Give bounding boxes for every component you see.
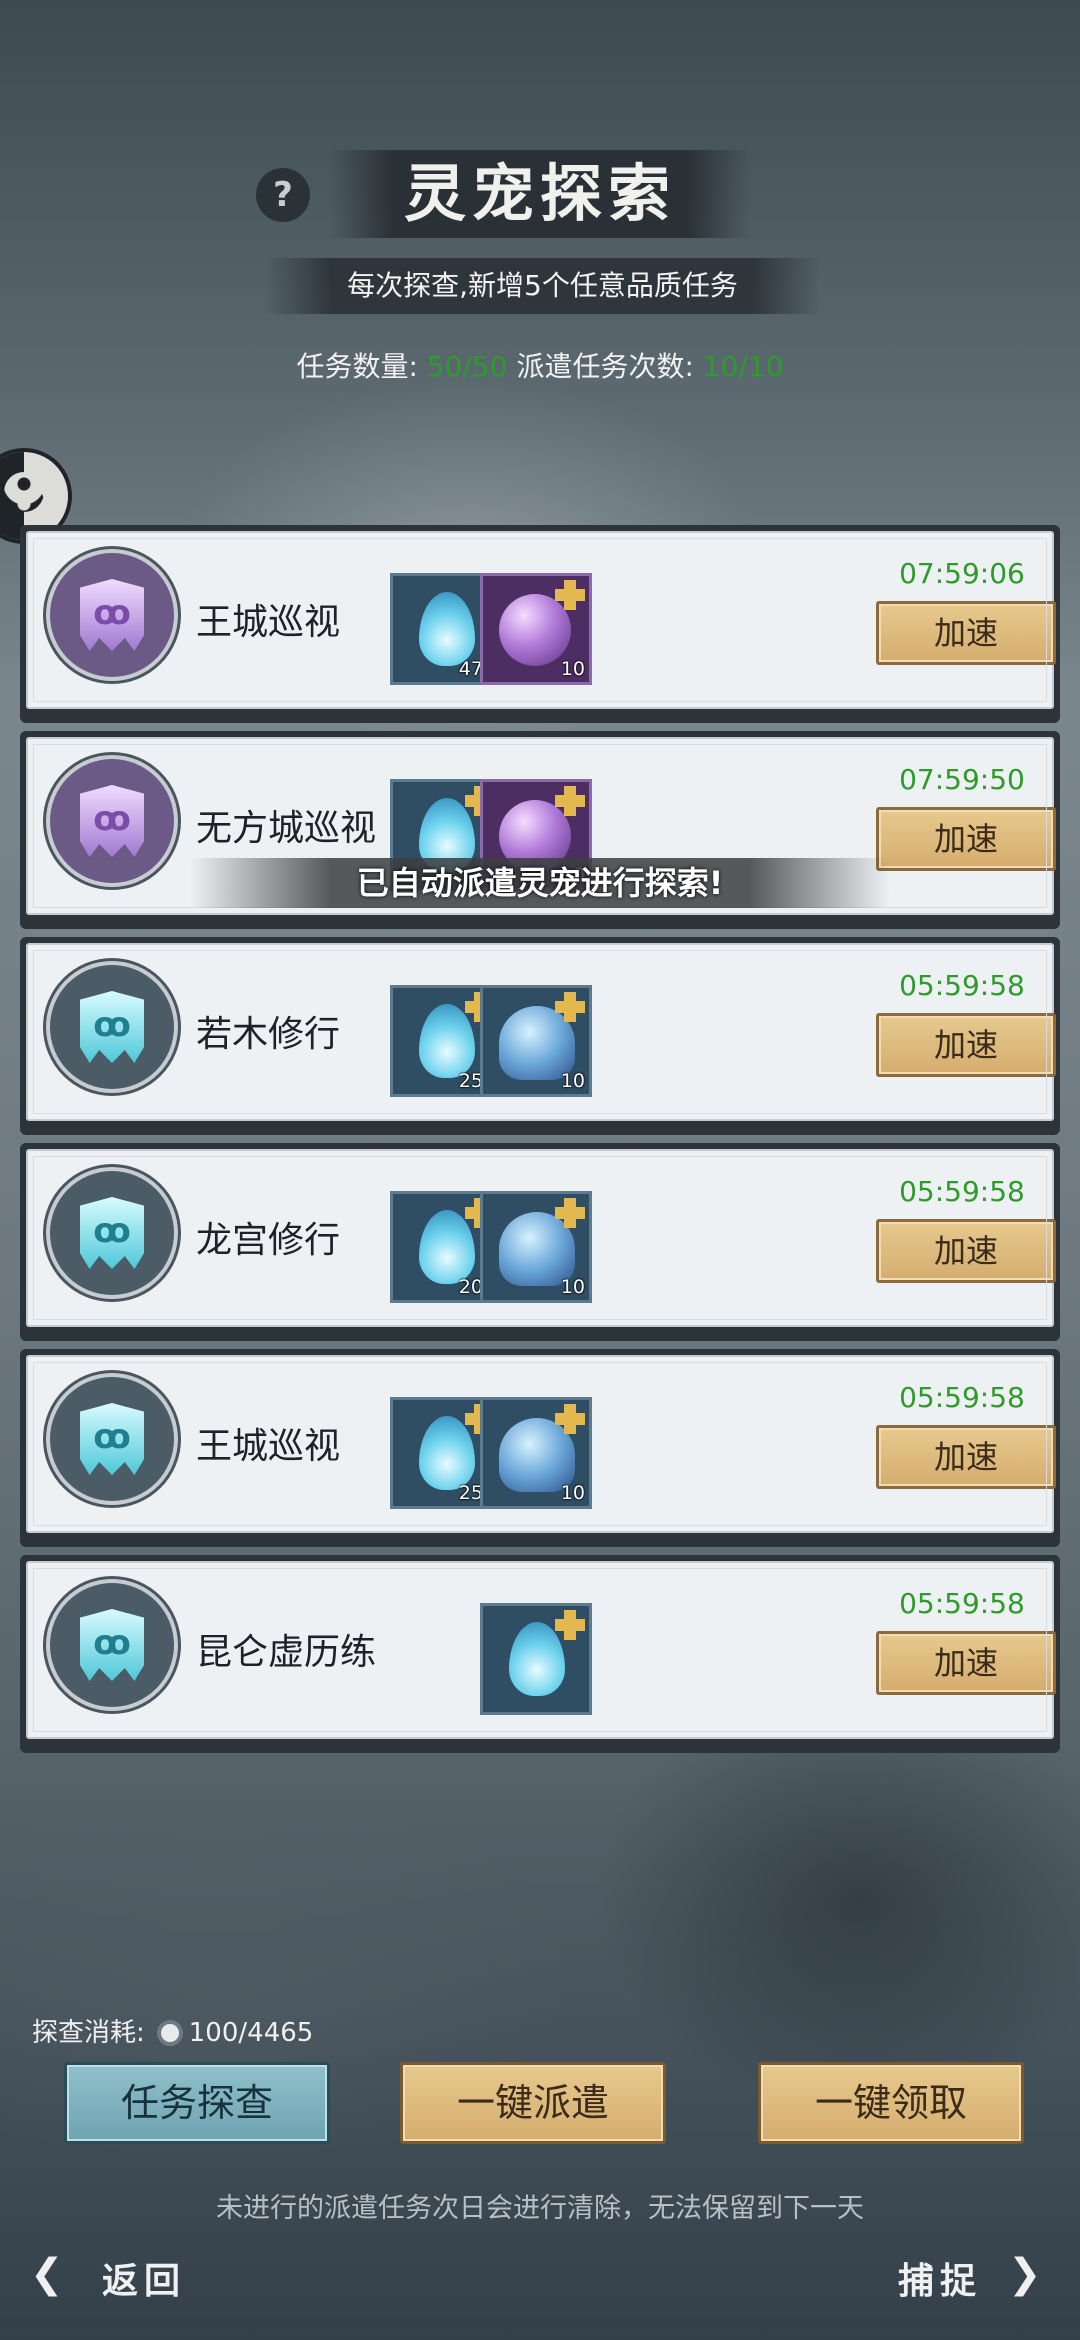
task-counters: 任务数量: 50/50 派遣任务次数: 10/10 [0, 345, 1080, 385]
blue-ghost-icon [499, 1212, 575, 1286]
explore-tasks-button[interactable]: 任务探查 [64, 2062, 330, 2144]
task-name: 若木修行 [196, 1014, 341, 1055]
reset-notice: 未进行的派遣任务次日会进行清除，无法保留到下一天 [216, 2193, 864, 2224]
dispatch-count-label: 派遣任务次数: [516, 350, 694, 383]
back-arrow-icon: ❮ [30, 2251, 64, 2297]
dispatch-count-value: 10/10 [702, 350, 784, 383]
speed-up-button[interactable]: 加速 [876, 1219, 1056, 1283]
dispatch-all-button[interactable]: 一键派遣 [400, 2062, 666, 2144]
speed-up-button[interactable]: 加速 [876, 807, 1056, 871]
catch-label: 捕捉 [898, 2261, 983, 2302]
reward-item[interactable]: 10 [480, 985, 592, 1097]
task-count-label: 任务数量: [296, 350, 418, 383]
task-name: 无方城巡视 [196, 808, 377, 849]
blue-flame-icon [419, 592, 475, 666]
blue-ghost-icon [499, 1006, 575, 1080]
speed-up-button[interactable]: 加速 [876, 1425, 1056, 1489]
reward-qty: 10 [560, 1276, 585, 1298]
blue-ghost-icon [499, 1418, 575, 1492]
page-title: 灵宠探索 [403, 157, 676, 230]
banner-emblem-icon: ꝏ [50, 759, 174, 883]
purple-sphere-icon [499, 594, 571, 666]
speed-up-button[interactable]: 加速 [876, 601, 1056, 665]
reward-item[interactable] [480, 1603, 592, 1715]
task-card: ꝏ 王城巡视 474 10 07:59:06 加速 [20, 525, 1060, 723]
claim-all-button[interactable]: 一键领取 [758, 2062, 1024, 2144]
cost-value: 100/4465 [188, 2018, 314, 2048]
puzzle-piece-icon [555, 1610, 585, 1640]
banner-emblem-icon: ꝏ [50, 965, 174, 1089]
reward-qty: 10 [560, 1482, 585, 1504]
task-name: 昆仑虚历练 [196, 1632, 377, 1673]
task-timer: 07:59:50 [899, 763, 1025, 796]
blue-flame-icon [419, 1416, 475, 1490]
page-subtitle: 每次探查,新增5个任意品质任务 [347, 269, 738, 302]
blue-flame-icon [419, 1004, 475, 1078]
reward-item[interactable]: 10 [480, 1397, 592, 1509]
back-label: 返回 [102, 2261, 187, 2302]
banner-emblem-icon: ꝏ [50, 553, 174, 677]
blue-flame-icon [419, 1210, 475, 1284]
task-card: ꝏ 龙宫修行 201 10 05:59:58 加速 [20, 1143, 1060, 1341]
task-timer: 05:59:58 [899, 969, 1025, 1002]
banner-emblem-icon: ꝏ [50, 1583, 174, 1707]
reward-qty: 10 [560, 658, 585, 680]
speed-up-button[interactable]: 加速 [876, 1631, 1056, 1695]
toast-message: 已自动派遣灵宠进行探索! [190, 858, 890, 908]
reward-item[interactable]: 10 [480, 1191, 592, 1303]
help-icon[interactable]: ? [256, 168, 310, 222]
explore-cost: 探查消耗: 100/4465 [32, 2012, 313, 2049]
cost-label: 探查消耗: [32, 2018, 145, 2048]
task-name: 王城巡视 [196, 602, 341, 643]
reward-qty: 10 [560, 1070, 585, 1092]
blue-flame-icon [509, 1622, 565, 1696]
banner-emblem-icon: ꝏ [50, 1171, 174, 1295]
task-timer: 05:59:58 [899, 1381, 1025, 1414]
task-timer: 05:59:58 [899, 1175, 1025, 1208]
task-card: ꝏ 昆仑虚历练 05:59:58 加速 [20, 1555, 1060, 1753]
speed-up-button[interactable]: 加速 [876, 1013, 1056, 1077]
task-card: ꝏ 若木修行 259 10 05:59:58 加速 [20, 937, 1060, 1135]
banner-emblem-icon: ꝏ [50, 1377, 174, 1501]
task-list[interactable]: ꝏ 王城巡视 474 10 07:59:06 加速 ꝏ 无方城巡视 10 07:… [20, 525, 1060, 1760]
task-count-value: 50/50 [426, 350, 508, 383]
task-name: 龙宫修行 [196, 1220, 341, 1261]
task-name: 王城巡视 [196, 1426, 341, 1467]
reward-item[interactable]: 10 [480, 573, 592, 685]
task-timer: 05:59:58 [899, 1587, 1025, 1620]
task-timer: 07:59:06 [899, 557, 1025, 590]
task-card: ꝏ 王城巡视 259 10 05:59:58 加速 [20, 1349, 1060, 1547]
spirit-orb-icon [156, 2020, 183, 2046]
catch-arrow-icon: ❯ [1008, 2251, 1042, 2297]
